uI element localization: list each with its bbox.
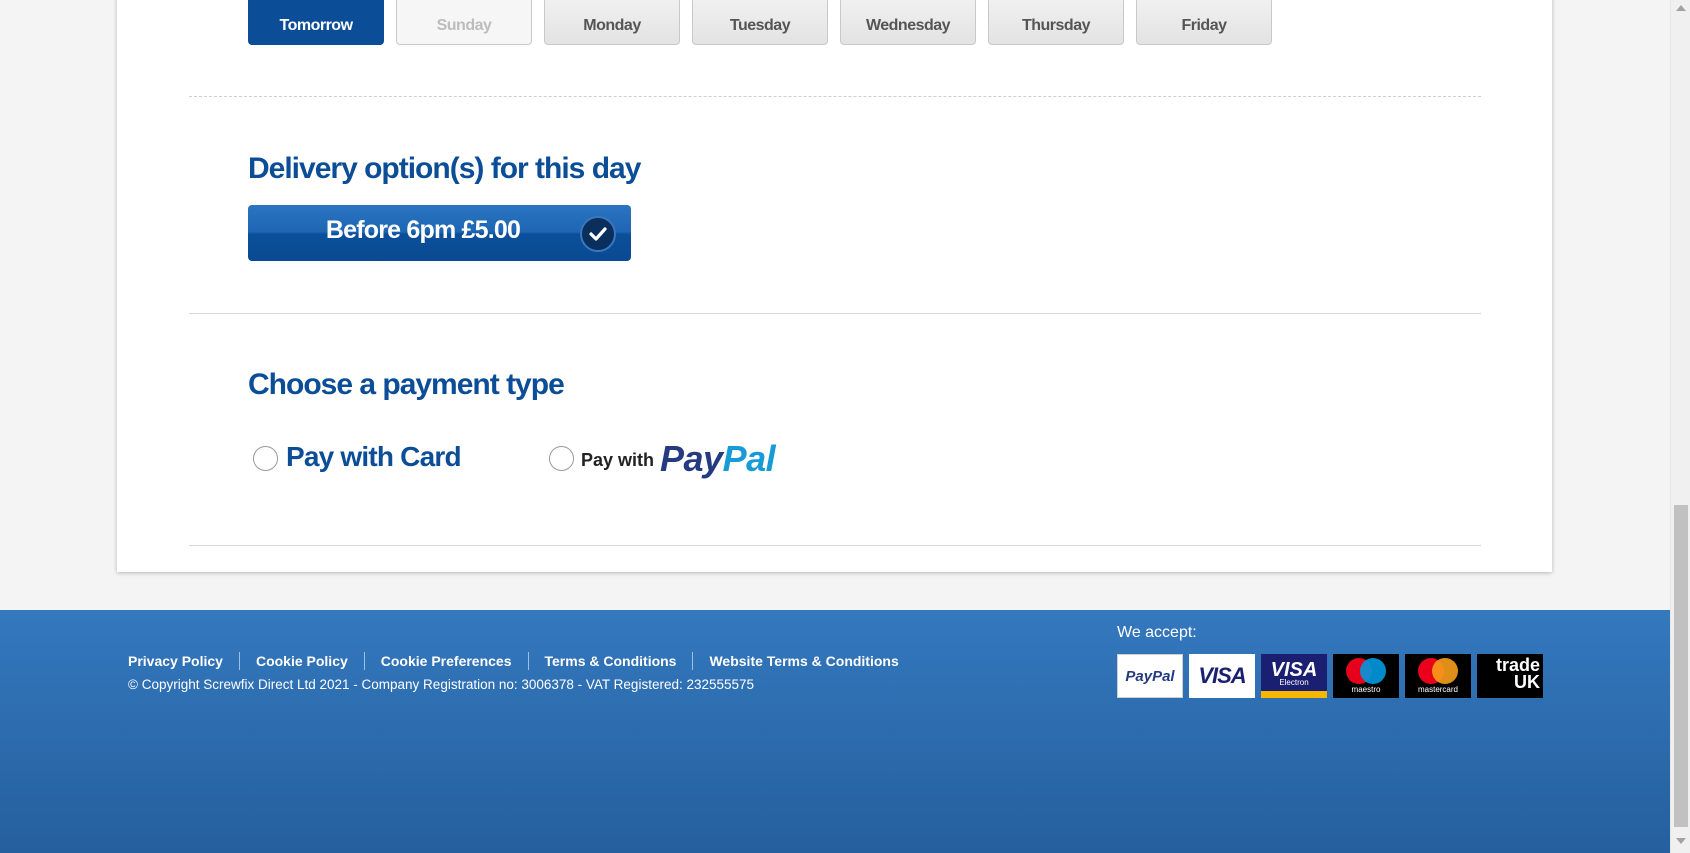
payment-cards: PayPal VISA VISA Electron maestro master… <box>1117 654 1543 698</box>
paypal-logo-part1: Pay <box>660 438 723 479</box>
cookie-preferences-link[interactable]: Cookie Preferences <box>363 652 528 670</box>
day-name: Thursday <box>1021 17 1091 34</box>
scrollbar-thumb[interactable] <box>1674 505 1688 827</box>
payment-type-heading: Choose a payment type <box>248 368 565 401</box>
day-button-thursday[interactable]: 23rd Thursday <box>988 0 1124 45</box>
site-footer: Privacy Policy Cookie Policy Cookie Pref… <box>0 610 1670 853</box>
day-button-tomorrow[interactable]: 18th Tomorrow <box>248 0 384 45</box>
visa-card-icon: VISA <box>1189 654 1255 698</box>
day-name: Sunday <box>436 17 492 34</box>
footer-links: Privacy Policy Cookie Policy Cookie Pref… <box>128 652 915 670</box>
maestro-card-icon: maestro <box>1333 654 1399 698</box>
terms-conditions-link[interactable]: Terms & Conditions <box>527 652 693 670</box>
scroll-up-arrow-icon[interactable] <box>1676 5 1686 11</box>
delivery-options-heading: Delivery option(s) for this day <box>248 152 641 185</box>
website-terms-link[interactable]: Website Terms & Conditions <box>692 652 914 670</box>
section-divider <box>189 545 1481 546</box>
day-date: 24th <box>1137 0 1271 5</box>
paypal-logo-part2: Pal <box>722 438 776 479</box>
day-button-friday[interactable]: 24th Friday <box>1136 0 1272 45</box>
day-button-tuesday[interactable]: 21st Tuesday <box>692 0 828 45</box>
day-name: Monday <box>583 17 641 34</box>
maestro-text: maestro <box>1351 685 1381 694</box>
day-button-sunday: 19th Sunday <box>396 0 532 45</box>
copyright-text: © Copyright Screwfix Direct Ltd 2021 - C… <box>128 677 755 692</box>
check-icon <box>580 216 616 252</box>
day-button-wednesday[interactable]: 22nd Wednesday <box>840 0 976 45</box>
day-button-monday[interactable]: 20th Monday <box>544 0 680 45</box>
pay-with-card-label[interactable]: Pay with Card <box>286 441 462 473</box>
day-name: Tomorrow <box>279 17 353 34</box>
section-divider <box>189 313 1481 314</box>
pay-with-paypal-radio[interactable] <box>549 446 574 471</box>
day-date: 20th <box>545 0 679 5</box>
cookie-policy-link[interactable]: Cookie Policy <box>238 652 364 670</box>
paypal-card-text: PayPal <box>1125 667 1175 685</box>
paypal-logo[interactable]: PayPal <box>660 438 776 480</box>
day-date: 19th <box>397 0 531 5</box>
day-date: 23rd <box>989 0 1123 5</box>
page-scrollbar[interactable] <box>1670 0 1690 853</box>
day-date: 18th <box>249 0 383 5</box>
delivery-option-label: Before 6pm £5.00 <box>325 216 521 244</box>
trade-uk-card-icon: trade UK <box>1477 654 1543 698</box>
paypal-card-icon: PayPal <box>1117 654 1183 698</box>
visa-electron-sub: Electron <box>1279 677 1309 687</box>
day-name: Wednesday <box>865 17 951 34</box>
delivery-date-picker: 18th Tomorrow 19th Sunday 20th Monday 21… <box>248 0 1272 45</box>
section-divider <box>189 96 1481 97</box>
scroll-down-arrow-icon[interactable] <box>1676 838 1686 844</box>
we-accept-label: We accept: <box>1117 624 1197 641</box>
visa-electron-card-icon: VISA Electron <box>1261 654 1327 698</box>
day-name: Friday <box>1181 17 1227 34</box>
mastercard-text: mastercard <box>1417 685 1458 694</box>
pay-with-paypal-label[interactable]: Pay with <box>581 450 654 471</box>
day-date: 21st <box>693 0 827 5</box>
day-name: Tuesday <box>729 17 791 34</box>
mastercard-card-icon: mastercard <box>1405 654 1471 698</box>
delivery-option-button[interactable]: Before 6pm £5.00 <box>248 205 631 261</box>
checkout-card <box>117 0 1552 572</box>
privacy-policy-link[interactable]: Privacy Policy <box>128 652 239 670</box>
pay-with-card-radio[interactable] <box>253 446 278 471</box>
day-date: 22nd <box>841 0 975 5</box>
